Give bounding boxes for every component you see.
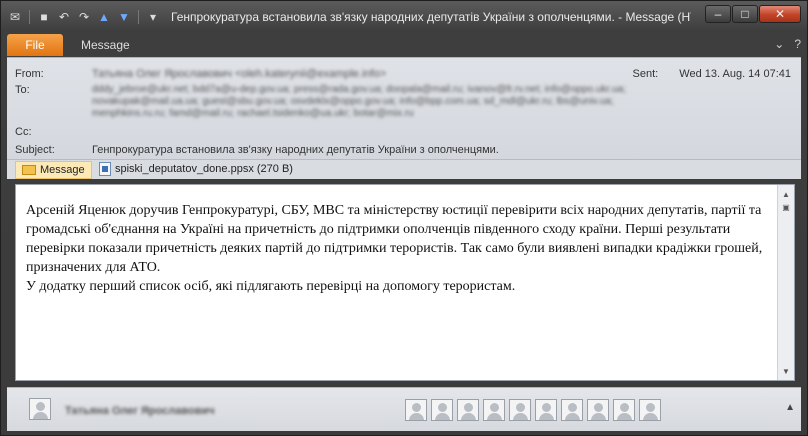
contact-avatar[interactable] bbox=[613, 399, 635, 421]
contact-avatar[interactable] bbox=[457, 399, 479, 421]
contact-avatar[interactable] bbox=[561, 399, 583, 421]
attachment-bar: Message spiski_deputatov_done.ppsx (270 … bbox=[7, 159, 801, 179]
cc-label: Cc: bbox=[15, 126, 32, 138]
contact-avatar[interactable] bbox=[535, 399, 557, 421]
separator bbox=[138, 10, 139, 24]
window-controls: – □ ✕ bbox=[705, 5, 801, 23]
message-body[interactable]: Арсеній Яценюк доручив Генпрокуратурі, С… bbox=[15, 184, 795, 381]
contact-avatar[interactable] bbox=[431, 399, 453, 421]
sent-info: Sent: Wed 13. Aug. 14 07:41 bbox=[633, 68, 791, 80]
message-body-tab[interactable]: Message bbox=[15, 161, 92, 179]
view-options-icon[interactable]: ▣ bbox=[780, 201, 792, 213]
contact-avatars bbox=[405, 399, 661, 421]
close-button[interactable]: ✕ bbox=[759, 5, 801, 23]
sent-value: Wed 13. Aug. 14 07:41 bbox=[679, 68, 791, 80]
message-text: Арсеній Яценюк доручив Генпрокуратурі, С… bbox=[26, 201, 766, 296]
tab-file[interactable]: File bbox=[7, 34, 63, 56]
attachment-file[interactable]: spiski_deputatov_done.ppsx (270 B) bbox=[99, 162, 293, 176]
sender-avatar[interactable] bbox=[29, 398, 51, 420]
maximize-button[interactable]: □ bbox=[732, 5, 758, 23]
undo-icon[interactable]: ↶ bbox=[56, 9, 72, 25]
contact-avatar[interactable] bbox=[509, 399, 531, 421]
scroll-down-icon[interactable]: ▼ bbox=[780, 365, 792, 377]
message-header: From: Татьяна Олег Ярославович <oleh.kat… bbox=[7, 57, 801, 159]
customize-toolbar-icon[interactable]: ▾ bbox=[145, 9, 161, 25]
from-value[interactable]: Татьяна Олег Ярославович <oleh.katerynii… bbox=[92, 68, 386, 80]
to-label: To: bbox=[15, 84, 30, 96]
scroll-up-icon[interactable]: ▲ bbox=[780, 188, 792, 200]
to-line[interactable]: novakupak@mail.ua.ua; guest@sbu.gov.ua; … bbox=[92, 96, 614, 107]
tab-message[interactable]: Message bbox=[73, 34, 138, 56]
envelope-icon bbox=[22, 165, 36, 175]
mail-icon: ✉ bbox=[9, 10, 21, 24]
powerpoint-file-icon bbox=[99, 162, 111, 176]
redo-icon[interactable]: ↷ bbox=[76, 9, 92, 25]
window-title: Генпрокуратура встановила зв'язку народн… bbox=[171, 10, 691, 24]
message-body-tab-label: Message bbox=[40, 164, 85, 176]
to-line[interactable]: menphkins.ru.ru; famd@mail.ru; rachael.t… bbox=[92, 108, 414, 119]
contact-avatar[interactable] bbox=[639, 399, 661, 421]
attachment-file-name: spiski_deputatov_done.ppsx (270 B) bbox=[115, 163, 293, 175]
separator bbox=[29, 10, 30, 24]
ribbon-tabs: File Message bbox=[7, 34, 138, 56]
next-item-icon[interactable]: ▼ bbox=[116, 9, 132, 25]
body-paragraph: У додатку перший список осіб, які підляг… bbox=[26, 279, 516, 294]
vertical-scrollbar[interactable]: ▲ ▣ ▼ bbox=[777, 185, 794, 380]
save-icon[interactable]: ■ bbox=[36, 9, 52, 25]
minimize-button[interactable]: – bbox=[705, 5, 731, 23]
subject-label: Subject: bbox=[15, 144, 55, 156]
previous-item-icon[interactable]: ▲ bbox=[96, 9, 112, 25]
to-line[interactable]: dddy_jebroe@ukr.net; bdd7a@u-dep.gov.ua;… bbox=[92, 84, 626, 95]
ribbon-controls: ⌄ ? bbox=[774, 37, 801, 51]
contact-avatar[interactable] bbox=[587, 399, 609, 421]
help-icon[interactable]: ? bbox=[794, 37, 801, 51]
outlook-message-window: ✉ ■ ↶ ↷ ▲ ▼ ▾ Генпрокуратура встановила … bbox=[0, 0, 808, 436]
subject-value: Генпрокуратура встановила зв'язку народн… bbox=[92, 144, 499, 156]
quick-access-toolbar: ✉ ■ ↶ ↷ ▲ ▼ ▾ bbox=[7, 9, 161, 25]
body-paragraph: Арсеній Яценюк доручив Генпрокуратурі, С… bbox=[26, 203, 763, 275]
sent-label: Sent: bbox=[632, 68, 659, 80]
people-pane: Татьяна Олег Ярославович ▲ bbox=[7, 387, 801, 431]
title-bar: ✉ ■ ↶ ↷ ▲ ▼ ▾ Генпрокуратура встановила … bbox=[1, 1, 807, 33]
contact-avatar[interactable] bbox=[405, 399, 427, 421]
expand-ribbon-icon[interactable]: ⌄ bbox=[774, 37, 784, 51]
contact-avatar[interactable] bbox=[483, 399, 505, 421]
expand-people-pane-icon[interactable]: ▲ bbox=[785, 402, 795, 413]
people-pane-name[interactable]: Татьяна Олег Ярославович bbox=[65, 405, 215, 417]
from-label: From: bbox=[15, 68, 44, 80]
